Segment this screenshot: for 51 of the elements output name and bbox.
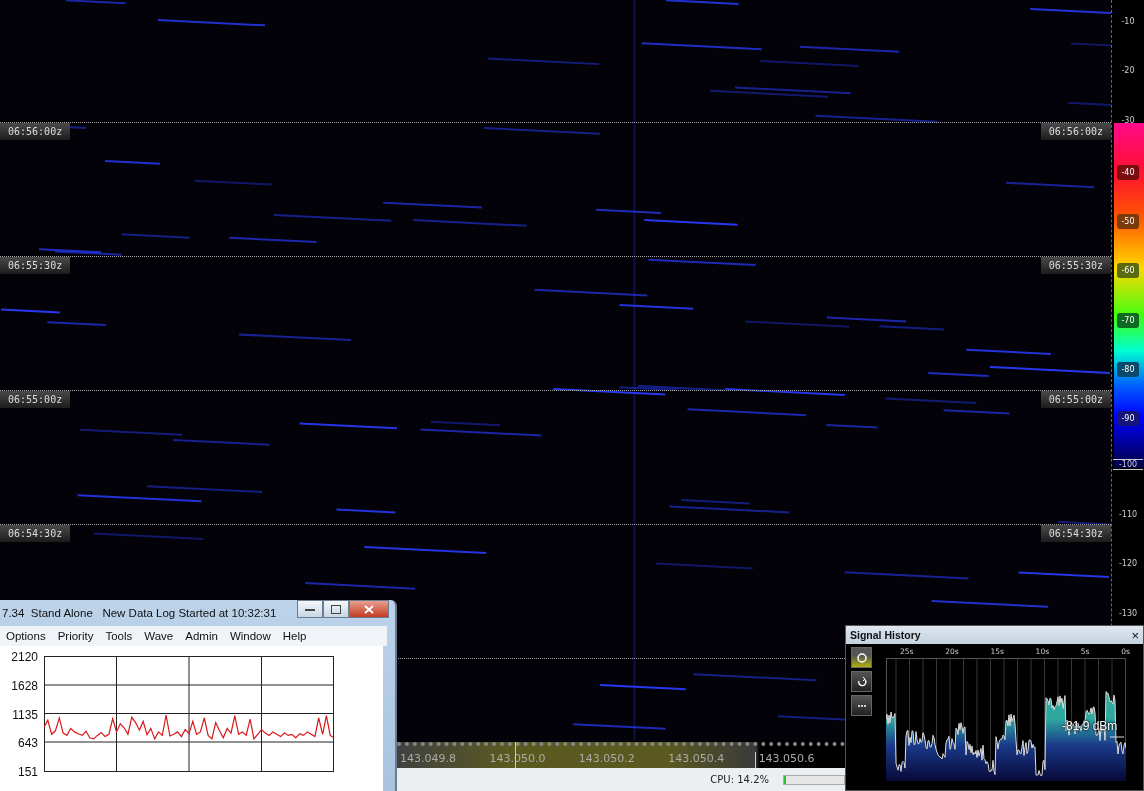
close-icon: [364, 604, 374, 614]
menu-item[interactable]: Window: [229, 630, 271, 642]
scale-label: -50: [1117, 214, 1139, 230]
cpu-label: CPU: 14.2%: [710, 774, 769, 785]
minimize-button[interactable]: [297, 600, 323, 618]
scale-label: -80: [1117, 362, 1139, 378]
scale-label: -110: [1118, 508, 1138, 521]
time-label: 06:55:30z: [0, 257, 71, 274]
menu-item[interactable]: Admin: [185, 630, 218, 642]
circle-button[interactable]: [851, 647, 872, 668]
menu-item[interactable]: Priority: [57, 630, 94, 642]
axis-label: 1628: [11, 679, 38, 692]
frequency-label: 143.050.2: [577, 752, 636, 767]
menu-item[interactable]: Tools: [105, 630, 133, 642]
time-label: 06:55:00z: [1040, 391, 1111, 408]
axis-label: 2120: [11, 651, 38, 663]
scale-label: -60: [1117, 263, 1139, 279]
circle-icon: [856, 652, 867, 663]
time-label: 06:55:30z: [1040, 257, 1111, 274]
time-label: 06:55:00z: [0, 391, 71, 408]
axis-label: 1135: [12, 708, 38, 721]
axis-label: 151: [17, 766, 38, 778]
scale-label: -130: [1118, 607, 1138, 620]
refresh-button[interactable]: [851, 671, 872, 692]
close-button[interactable]: ×: [1131, 628, 1139, 642]
scale-label: -120: [1118, 558, 1138, 571]
time-label: 06:54:30z: [1040, 525, 1111, 542]
scale-label: -90: [1117, 411, 1139, 427]
scale-label: -30: [1121, 114, 1135, 127]
frequency-label: 143.050.4: [667, 752, 726, 767]
leader-line: [1109, 736, 1125, 738]
close-button[interactable]: [349, 600, 389, 618]
maximize-button[interactable]: [323, 600, 349, 618]
menu-item[interactable]: Wave: [144, 630, 174, 642]
menu-item[interactable]: Options: [6, 630, 46, 642]
axis-label: 643: [17, 737, 38, 750]
time-label: 06:56:00z: [1040, 123, 1111, 140]
scale-label: -10: [1121, 16, 1135, 28]
menu-item[interactable]: Help: [282, 630, 307, 642]
scale-label: -20: [1121, 65, 1135, 78]
time-label: 06:54:30z: [0, 525, 71, 542]
minimize-icon: [305, 606, 315, 612]
window-title: 7.34 Stand Alone New Data Log Started at 10:32:31: [2, 607, 277, 619]
frequency-label: 143.049.8: [399, 752, 457, 767]
refresh-icon: [856, 676, 867, 687]
time-label: 06:56:00z: [0, 123, 71, 140]
more-icon: [856, 703, 867, 708]
scale-label: -100: [1113, 458, 1143, 470]
panel-title: Signal History: [850, 629, 921, 641]
more-button[interactable]: [851, 695, 872, 716]
maximize-icon: [331, 604, 341, 614]
